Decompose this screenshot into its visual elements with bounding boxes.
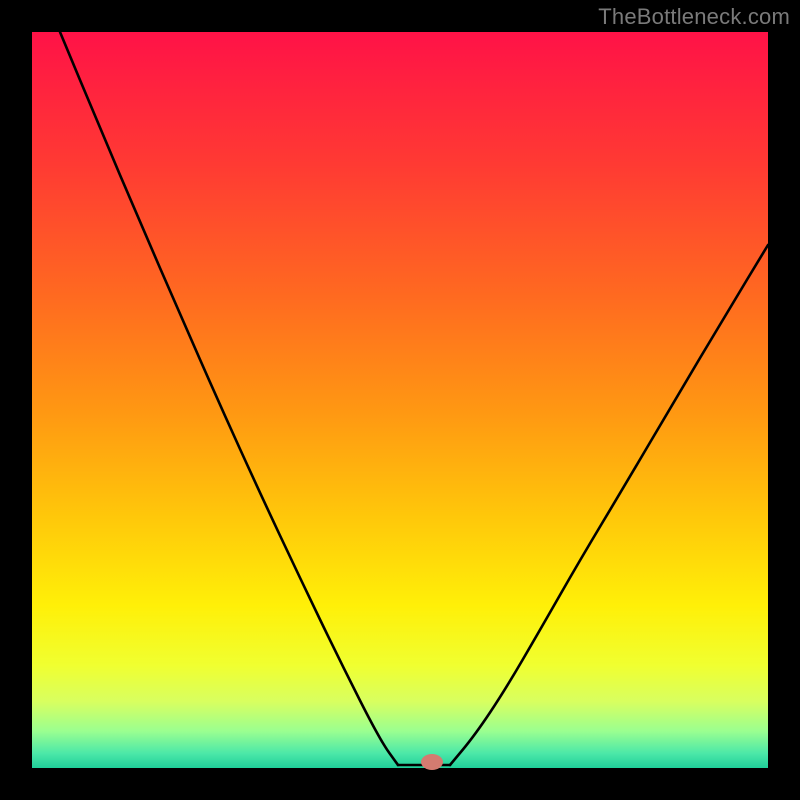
- marker-icon: [421, 754, 443, 770]
- chart-canvas: [0, 0, 800, 800]
- watermark-label: TheBottleneck.com: [598, 4, 790, 30]
- plot-background: [32, 32, 768, 768]
- chart-frame: TheBottleneck.com: [0, 0, 800, 800]
